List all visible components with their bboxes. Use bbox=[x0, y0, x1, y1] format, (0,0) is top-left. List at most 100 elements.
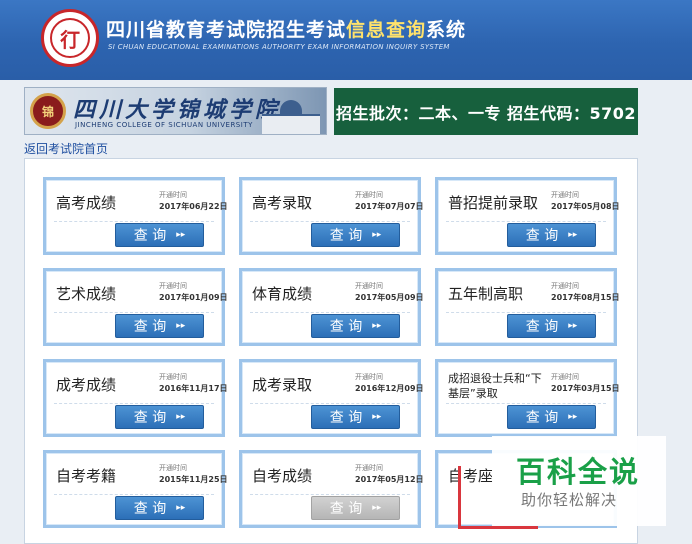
double-arrow-icon: ▸▸ bbox=[568, 412, 578, 422]
double-arrow-icon: ▸▸ bbox=[372, 412, 382, 422]
open-time-label: 开通时间 bbox=[159, 373, 187, 381]
card-title: 成考成绩 bbox=[56, 376, 117, 394]
query-button-label: 查 询 bbox=[133, 410, 167, 426]
open-time-label: 开通时间 bbox=[355, 373, 383, 381]
open-time: 2017年05月12日 bbox=[355, 475, 424, 484]
card-title: 五年制高职 bbox=[448, 285, 524, 303]
divider bbox=[250, 221, 410, 222]
college-name-en: JINCHENG COLLEGE OF SICHUAN UNIVERSITY bbox=[75, 121, 253, 129]
open-time: 2017年03月15日 bbox=[551, 384, 620, 393]
query-button-label: 查 询 bbox=[329, 501, 363, 517]
back-to-home-link[interactable]: 返回考试院首页 bbox=[24, 140, 108, 157]
double-arrow-icon: ▸▸ bbox=[176, 503, 186, 513]
query-button-label: 查 询 bbox=[133, 319, 167, 335]
open-time-label: 开通时间 bbox=[159, 282, 187, 290]
card-self-study-score: 自考成绩 开通时间 2017年05月12日 查 询 ▸▸ bbox=[239, 450, 424, 528]
open-time: 2016年11月17日 bbox=[159, 384, 228, 393]
card-five-year-vocational: 五年制高职 开通时间 2017年08月15日 查 询 ▸▸ bbox=[435, 268, 620, 346]
open-time-label: 开通时间 bbox=[355, 464, 383, 472]
query-button[interactable]: 查 询 ▸▸ bbox=[507, 314, 596, 338]
card-early-admission: 普招提前录取 开通时间 2017年05月08日 查 询 ▸▸ bbox=[435, 177, 620, 255]
college-building-image bbox=[262, 100, 320, 134]
double-arrow-icon: ▸▸ bbox=[372, 230, 382, 240]
double-arrow-icon: ▸▸ bbox=[176, 321, 186, 331]
watermark-slogan: 助你轻松解决 bbox=[521, 491, 618, 509]
query-button[interactable]: 查 询 ▸▸ bbox=[311, 405, 400, 429]
query-button-label: 查 询 bbox=[525, 410, 559, 426]
query-button[interactable]: 查 询 ▸▸ bbox=[115, 223, 204, 247]
site-header: 㣔 四川省教育考试院招生考试信息查询系统 SI CHUAN EDUCATIONA… bbox=[0, 0, 692, 80]
open-time: 2017年06月22日 bbox=[159, 202, 228, 211]
card-title: 高考成绩 bbox=[56, 194, 117, 212]
query-button[interactable]: 查 询 ▸▸ bbox=[115, 314, 204, 338]
open-time: 2017年05月08日 bbox=[551, 202, 620, 211]
card-title: 体育成绩 bbox=[252, 285, 313, 303]
exam-authority-logo: 㣔 bbox=[41, 9, 99, 67]
card-gaokao-admission: 高考录取 开通时间 2017年07月07日 查 询 ▸▸ bbox=[239, 177, 424, 255]
double-arrow-icon: ▸▸ bbox=[176, 412, 186, 422]
open-time-label: 开通时间 bbox=[159, 464, 187, 472]
double-arrow-icon: ▸▸ bbox=[568, 230, 578, 240]
college-emblem: 锦 bbox=[30, 93, 66, 129]
double-arrow-icon: ▸▸ bbox=[568, 321, 578, 331]
logo-glyph: 㣔 bbox=[50, 18, 90, 58]
card-adult-exam-score: 成考成绩 开通时间 2016年11月17日 查 询 ▸▸ bbox=[43, 359, 228, 437]
double-arrow-icon: ▸▸ bbox=[372, 321, 382, 331]
divider bbox=[250, 403, 410, 404]
query-button[interactable]: 查 询 ▸▸ bbox=[311, 223, 400, 247]
open-time-label: 开通时间 bbox=[355, 282, 383, 290]
site-title: 四川省教育考试院招生考试信息查询系统 bbox=[106, 15, 466, 42]
site-title-main: 四川省教育考试院招生考试 bbox=[106, 19, 347, 41]
divider bbox=[54, 403, 214, 404]
open-time: 2015年11月25日 bbox=[159, 475, 228, 484]
divider bbox=[54, 221, 214, 222]
query-button-label: 查 询 bbox=[525, 228, 559, 244]
card-art-score: 艺术成绩 开通时间 2017年01月09日 查 询 ▸▸ bbox=[43, 268, 228, 346]
card-title: 普招提前录取 bbox=[448, 194, 539, 212]
open-time: 2016年12月09日 bbox=[355, 384, 424, 393]
double-arrow-icon: ▸▸ bbox=[176, 230, 186, 240]
card-title: 高考录取 bbox=[252, 194, 313, 212]
query-button[interactable]: 查 询 ▸▸ bbox=[507, 223, 596, 247]
site-title-accent: 信息查询 bbox=[346, 19, 427, 41]
open-time: 2017年01月09日 bbox=[159, 293, 228, 302]
watermark-logo-text: 百科全说 bbox=[516, 455, 641, 489]
college-banner: 锦 四川大学锦城学院 JINCHENG COLLEGE OF SICHUAN U… bbox=[24, 87, 327, 135]
query-button[interactable]: 查 询 ▸▸ bbox=[115, 405, 204, 429]
query-button-label: 查 询 bbox=[133, 501, 167, 517]
card-sports-score: 体育成绩 开通时间 2017年05月09日 查 询 ▸▸ bbox=[239, 268, 424, 346]
divider bbox=[250, 494, 410, 495]
open-time: 2017年07月07日 bbox=[355, 202, 424, 211]
open-time: 2017年05月09日 bbox=[355, 293, 424, 302]
open-time-label: 开通时间 bbox=[159, 191, 187, 199]
batch-info: 招生批次：二本、一专 招生代码：5702 bbox=[334, 88, 638, 135]
divider bbox=[54, 312, 214, 313]
query-button-label: 查 询 bbox=[133, 228, 167, 244]
query-button[interactable]: 查 询 ▸▸ bbox=[311, 314, 400, 338]
open-time-label: 开通时间 bbox=[551, 191, 579, 199]
query-button-label: 查 询 bbox=[525, 319, 559, 335]
open-time: 2017年08月15日 bbox=[551, 293, 620, 302]
divider bbox=[250, 312, 410, 313]
divider bbox=[446, 403, 606, 404]
query-button[interactable]: 查 询 ▸▸ bbox=[507, 405, 596, 429]
card-title: 自考成绩 bbox=[252, 467, 313, 485]
card-title: 艺术成绩 bbox=[56, 285, 117, 303]
card-title: 自考考籍 bbox=[56, 467, 117, 485]
query-button[interactable]: 查 询 ▸▸ bbox=[115, 496, 204, 520]
card-gaokao-score: 高考成绩 开通时间 2017年06月22日 查 询 ▸▸ bbox=[43, 177, 228, 255]
college-name: 四川大学锦城学院 bbox=[73, 97, 282, 123]
divider bbox=[446, 312, 606, 313]
card-self-study-record: 自考考籍 开通时间 2015年11月25日 查 询 ▸▸ bbox=[43, 450, 228, 528]
double-arrow-icon: ▸▸ bbox=[372, 503, 382, 513]
divider bbox=[446, 221, 606, 222]
open-time-label: 开通时间 bbox=[551, 373, 579, 381]
query-button-label: 查 询 bbox=[329, 410, 363, 426]
query-button-disabled[interactable]: 查 询 ▸▸ bbox=[311, 496, 400, 520]
open-time-label: 开通时间 bbox=[551, 282, 579, 290]
query-button-label: 查 询 bbox=[329, 228, 363, 244]
divider bbox=[54, 494, 214, 495]
card-title: 成招退役士兵和“下基层”录取 bbox=[448, 372, 542, 400]
site-title-end: 系统 bbox=[426, 19, 467, 41]
card-veteran-admission: 成招退役士兵和“下基层”录取 开通时间 2017年03月15日 查 询 ▸▸ bbox=[435, 359, 620, 437]
